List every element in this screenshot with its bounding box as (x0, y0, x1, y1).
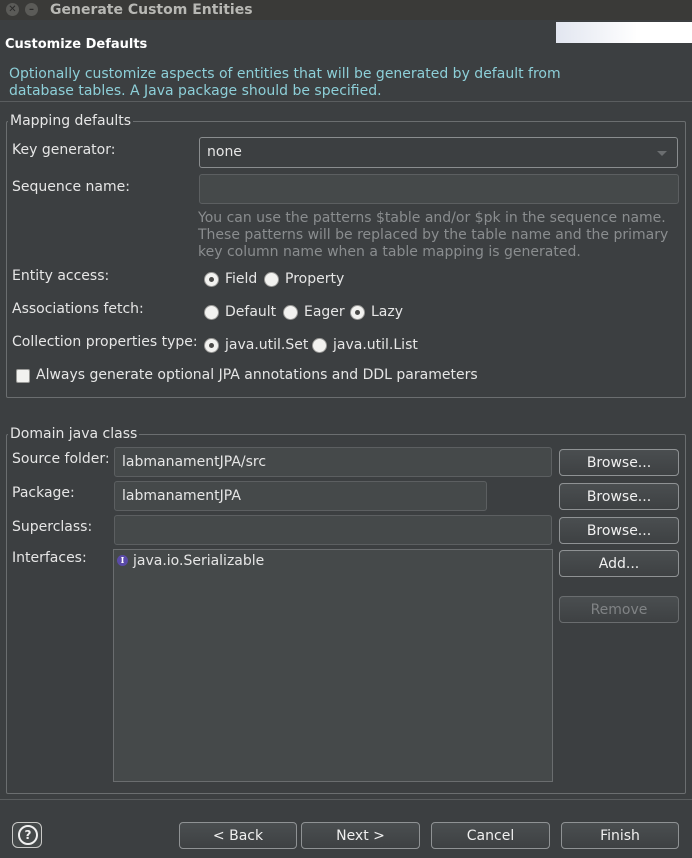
fetch-lazy-radio[interactable] (350, 305, 365, 320)
finish-button[interactable]: Finish (561, 822, 679, 849)
entity-access-property-radio[interactable] (264, 272, 279, 287)
collection-set-label[interactable]: java.util.Set (225, 337, 308, 353)
interface-icon: I (117, 555, 128, 566)
cancel-button[interactable]: Cancel (431, 822, 550, 849)
wizard-header: Customize Defaults Optionally customize … (0, 20, 692, 100)
back-button[interactable]: < Back (179, 822, 297, 849)
entity-access-field-label[interactable]: Field (225, 271, 257, 287)
page-title: Customize Defaults (5, 37, 148, 52)
footer-separator (0, 799, 692, 800)
wizard-banner-image (556, 22, 692, 43)
chevron-down-icon (657, 151, 667, 156)
help-icon: ? (18, 825, 38, 845)
source-folder-browse-button[interactable]: Browse... (559, 449, 679, 476)
fetch-default-radio[interactable] (204, 305, 219, 320)
entity-access-label: Entity access: (12, 268, 110, 284)
title-bar: ✕ – Generate Custom Entities (0, 0, 692, 20)
key-generator-value: none (207, 144, 242, 160)
add-interface-button[interactable]: Add... (559, 550, 679, 577)
sequence-name-input[interactable] (199, 174, 679, 204)
next-button[interactable]: Next > (301, 822, 420, 849)
fetch-eager-label[interactable]: Eager (304, 304, 345, 320)
interfaces-list[interactable]: I java.io.Serializable (113, 549, 553, 782)
entity-access-property-label[interactable]: Property (285, 271, 344, 287)
source-folder-label: Source folder: (12, 451, 110, 467)
mapping-defaults-legend: Mapping defaults (8, 113, 134, 129)
always-generate-checkbox[interactable] (16, 369, 30, 383)
superclass-browse-button[interactable]: Browse... (559, 517, 679, 544)
minimize-icon[interactable]: – (25, 3, 38, 16)
always-generate-label[interactable]: Always generate optional JPA annotations… (36, 367, 478, 383)
page-description: Optionally customize aspects of entities… (9, 66, 561, 99)
package-browse-button[interactable]: Browse... (559, 483, 679, 510)
key-generator-select[interactable]: none (199, 137, 678, 168)
package-input[interactable]: labmanamentJPA (114, 481, 487, 511)
key-generator-label: Key generator: (12, 142, 116, 158)
superclass-label: Superclass: (12, 519, 93, 535)
package-label: Package: (12, 485, 75, 501)
collection-list-radio[interactable] (312, 338, 327, 353)
collection-list-label[interactable]: java.util.List (333, 337, 418, 353)
header-separator (0, 101, 692, 102)
source-folder-input[interactable]: labmanamentJPA/src (114, 447, 552, 477)
help-button[interactable]: ? (12, 822, 42, 848)
fetch-eager-radio[interactable] (283, 305, 298, 320)
sequence-name-label: Sequence name: (12, 179, 130, 195)
collection-set-radio[interactable] (204, 338, 219, 353)
superclass-input[interactable] (114, 515, 552, 545)
fetch-default-label[interactable]: Default (225, 304, 276, 320)
remove-interface-button[interactable]: Remove (559, 596, 679, 623)
window-title: Generate Custom Entities (50, 2, 253, 18)
sequence-name-hint: You can use the patterns $table and/or $… (198, 210, 669, 260)
collection-type-label: Collection properties type: (12, 334, 198, 350)
entity-access-field-radio[interactable] (204, 272, 219, 287)
fetch-lazy-label[interactable]: Lazy (371, 304, 403, 320)
interface-item-serializable[interactable]: java.io.Serializable (133, 553, 264, 569)
domain-java-class-legend: Domain java class (8, 426, 140, 442)
close-icon[interactable]: ✕ (6, 3, 19, 16)
associations-fetch-label: Associations fetch: (12, 301, 144, 317)
interfaces-label: Interfaces: (12, 550, 87, 566)
